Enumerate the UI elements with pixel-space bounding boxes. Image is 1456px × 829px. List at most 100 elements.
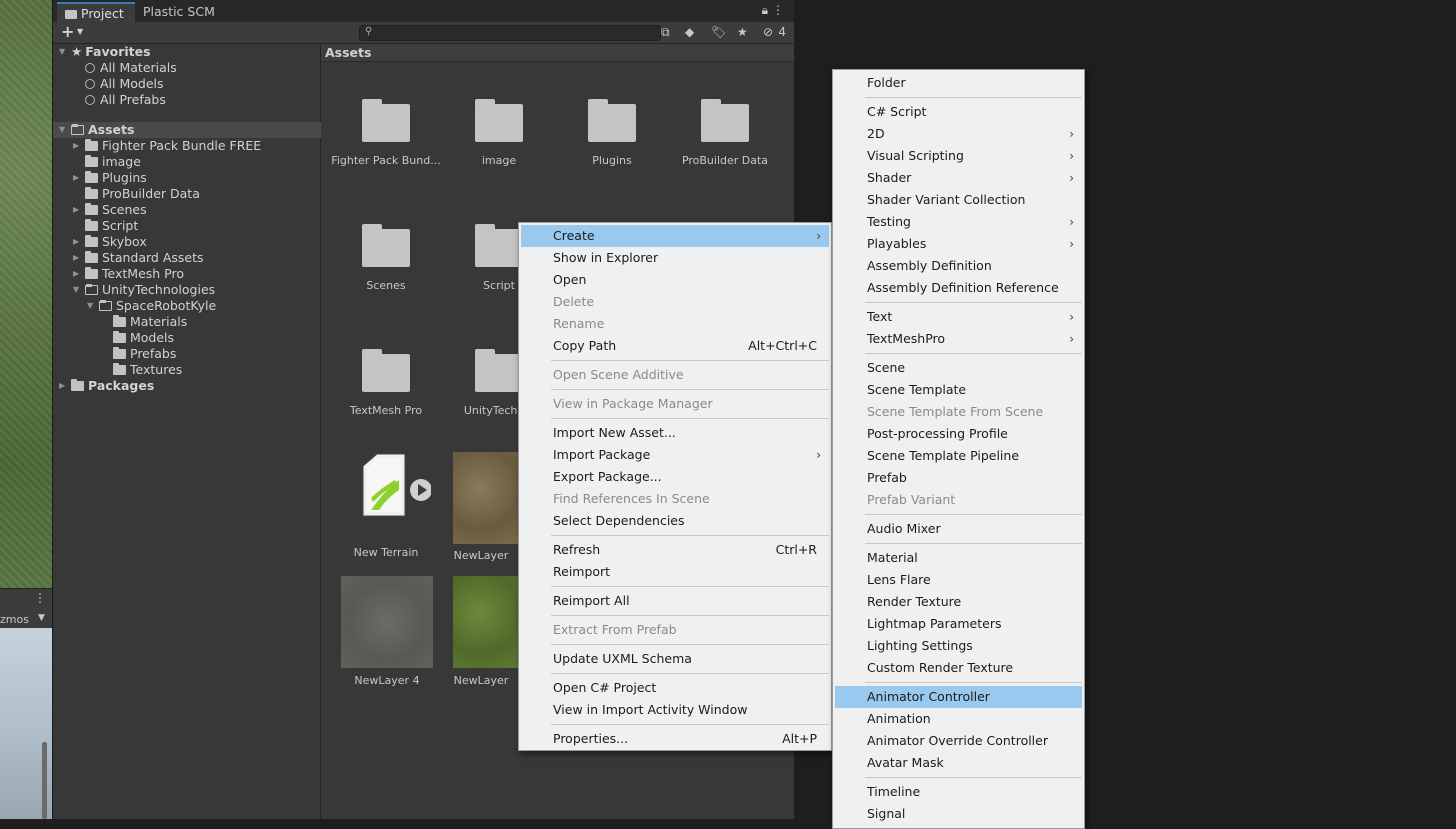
search-by-type-icon[interactable]: ⧉ — [661, 25, 670, 40]
tree-item-materials[interactable]: Materials — [53, 314, 321, 330]
tree-item-plugins[interactable]: ▶ Plugins — [53, 170, 321, 186]
breadcrumb[interactable]: Assets — [321, 44, 794, 62]
menu-item-import-new-asset[interactable]: Import New Asset... — [521, 422, 829, 444]
kebab-menu-icon[interactable]: ⋮ — [772, 3, 784, 17]
tree-item-standard-assets[interactable]: ▶ Standard Assets — [53, 250, 321, 266]
tree-favorite-item[interactable]: All Models — [53, 76, 321, 92]
asset-folder-image[interactable]: image — [444, 99, 554, 167]
menu-item-assembly-definition-reference[interactable]: Assembly Definition Reference — [835, 277, 1082, 299]
menu-item-copy-path[interactable]: Copy Path Alt+Ctrl+C — [521, 335, 829, 357]
expand-arrow-icon[interactable]: ▶ — [73, 138, 79, 154]
menu-item-material[interactable]: Material — [835, 547, 1082, 569]
gizmos-dropdown-icon[interactable]: ▼ — [38, 613, 45, 623]
tree-assets[interactable]: ▼ Assets — [53, 122, 321, 138]
menu-item-export-package[interactable]: Export Package... — [521, 466, 829, 488]
menu-item-import-package[interactable]: Import Package › — [521, 444, 829, 466]
expand-arrow-icon[interactable]: ▶ — [73, 234, 79, 250]
asset-new-layer-thumb[interactable] — [453, 452, 519, 544]
expand-arrow-icon[interactable]: ▶ — [73, 170, 79, 186]
lock-icon[interactable]: 🔒︎ — [762, 3, 768, 18]
asset-folder-plugins[interactable]: Plugins — [557, 99, 667, 167]
hidden-packages-icon[interactable]: ⊘ — [763, 25, 773, 39]
expand-arrow-icon[interactable]: ▶ — [59, 378, 65, 394]
create-button[interactable]: + — [61, 22, 74, 41]
tree-item-textmesh-pro[interactable]: ▶ TextMesh Pro — [53, 266, 321, 282]
tab-project[interactable]: Project — [57, 2, 135, 22]
search-input[interactable]: ⚲ — [359, 25, 661, 41]
menu-item-testing[interactable]: Testing › — [835, 211, 1082, 233]
menu-item-shader-variant-collection[interactable]: Shader Variant Collection — [835, 189, 1082, 211]
expand-arrow-icon[interactable]: ▼ — [73, 282, 79, 298]
menu-item-properties[interactable]: Properties... Alt+P — [521, 728, 829, 750]
menu-item-c-script[interactable]: C# Script — [835, 101, 1082, 123]
asset-folder-scenes[interactable]: Scenes — [331, 224, 441, 292]
menu-item-reimport-all[interactable]: Reimport All — [521, 590, 829, 612]
star-icon[interactable]: ★ — [737, 25, 748, 39]
menu-item-render-texture[interactable]: Render Texture — [835, 591, 1082, 613]
menu-item-lens-flare[interactable]: Lens Flare — [835, 569, 1082, 591]
scrollbar[interactable] — [42, 742, 47, 819]
menu-item-create[interactable]: Create › — [521, 225, 829, 247]
tab-plastic-scm[interactable]: Plastic SCM — [135, 2, 235, 22]
tree-space-robot-kyle[interactable]: ▼ SpaceRobotKyle — [53, 298, 321, 314]
asset-folder-fighter-pack-bund[interactable]: Fighter Pack Bund... — [331, 99, 441, 167]
menu-item-text[interactable]: Text › — [835, 306, 1082, 328]
tree-item-textures[interactable]: Textures — [53, 362, 321, 378]
gizmos-button[interactable]: zmos — [0, 613, 29, 626]
menu-item-show-in-explorer[interactable]: Show in Explorer — [521, 247, 829, 269]
asset-folder-probuilder-data[interactable]: ProBuilder Data — [670, 99, 780, 167]
menu-item-scene[interactable]: Scene — [835, 357, 1082, 379]
kebab-menu-icon[interactable]: ⋮ — [34, 591, 46, 605]
tree-item-skybox[interactable]: ▶ Skybox — [53, 234, 321, 250]
menu-item-2d[interactable]: 2D › — [835, 123, 1082, 145]
tree-item-scenes[interactable]: ▶ Scenes — [53, 202, 321, 218]
menu-item-shader[interactable]: Shader › — [835, 167, 1082, 189]
menu-item-select-dependencies[interactable]: Select Dependencies — [521, 510, 829, 532]
tree-item-script[interactable]: Script — [53, 218, 321, 234]
menu-item-animator-controller[interactable]: Animator Controller — [835, 686, 1082, 708]
asset-folder-textmesh-pro[interactable]: TextMesh Pro — [331, 349, 441, 417]
tree-item-image[interactable]: image — [53, 154, 321, 170]
asset-new-terrain[interactable]: New Terrain — [341, 450, 432, 559]
menu-item-animator-override-controller[interactable]: Animator Override Controller — [835, 730, 1082, 752]
menu-item-post-processing-profile[interactable]: Post-processing Profile — [835, 423, 1082, 445]
menu-item-lighting-settings[interactable]: Lighting Settings — [835, 635, 1082, 657]
tree-item-prefabs[interactable]: Prefabs — [53, 346, 321, 362]
menu-item-open-c-project[interactable]: Open C# Project — [521, 677, 829, 699]
menu-item-playables[interactable]: Playables › — [835, 233, 1082, 255]
expand-arrow-icon[interactable]: ▶ — [73, 266, 79, 282]
tree-favorite-item[interactable]: All Materials — [53, 60, 321, 76]
label-icon[interactable]: 🏷︎ — [711, 25, 726, 39]
tree-packages[interactable]: ▶ Packages — [53, 378, 321, 394]
tree-item-models[interactable]: Models — [53, 330, 321, 346]
scene-view[interactable] — [0, 0, 52, 588]
menu-item-animation[interactable]: Animation — [835, 708, 1082, 730]
menu-item-prefab[interactable]: Prefab — [835, 467, 1082, 489]
menu-item-assembly-definition[interactable]: Assembly Definition — [835, 255, 1082, 277]
expand-arrow-icon[interactable]: ▼ — [87, 298, 93, 314]
menu-item-lightmap-parameters[interactable]: Lightmap Parameters — [835, 613, 1082, 635]
menu-item-textmeshpro[interactable]: TextMeshPro › — [835, 328, 1082, 350]
chevron-down-icon[interactable]: ▼ — [77, 27, 83, 36]
tree-favorite-item[interactable]: All Prefabs — [53, 92, 321, 108]
menu-item-audio-mixer[interactable]: Audio Mixer — [835, 518, 1082, 540]
menu-item-view-in-import-activity-window[interactable]: View in Import Activity Window — [521, 699, 829, 721]
expand-arrow-icon[interactable]: ▼ — [59, 44, 65, 60]
filter-by-type-icon[interactable]: ◆ — [685, 25, 694, 39]
tree-item-probuilder-data[interactable]: ProBuilder Data — [53, 186, 321, 202]
tree-item-fighter-pack-bundle-free[interactable]: ▶ Fighter Pack Bundle FREE — [53, 138, 321, 154]
expand-arrow-icon[interactable]: ▶ — [73, 250, 79, 266]
menu-item-scene-template[interactable]: Scene Template — [835, 379, 1082, 401]
tree-favorites[interactable]: ▼ ★ Favorites — [53, 44, 321, 60]
asset-new-layer-4-thumb[interactable] — [341, 576, 433, 668]
tree-item-unitytechnologies[interactable]: ▼ UnityTechnologies — [53, 282, 321, 298]
menu-item-refresh[interactable]: Refresh Ctrl+R — [521, 539, 829, 561]
menu-item-update-uxml-schema[interactable]: Update UXML Schema — [521, 648, 829, 670]
menu-item-avatar-mask[interactable]: Avatar Mask — [835, 752, 1082, 774]
menu-item-scene-template-pipeline[interactable]: Scene Template Pipeline — [835, 445, 1082, 467]
menu-item-open[interactable]: Open — [521, 269, 829, 291]
menu-item-visual-scripting[interactable]: Visual Scripting › — [835, 145, 1082, 167]
expand-arrow-icon[interactable]: ▶ — [73, 202, 79, 218]
expand-arrow-icon[interactable]: ▼ — [59, 122, 65, 138]
menu-item-custom-render-texture[interactable]: Custom Render Texture — [835, 657, 1082, 679]
